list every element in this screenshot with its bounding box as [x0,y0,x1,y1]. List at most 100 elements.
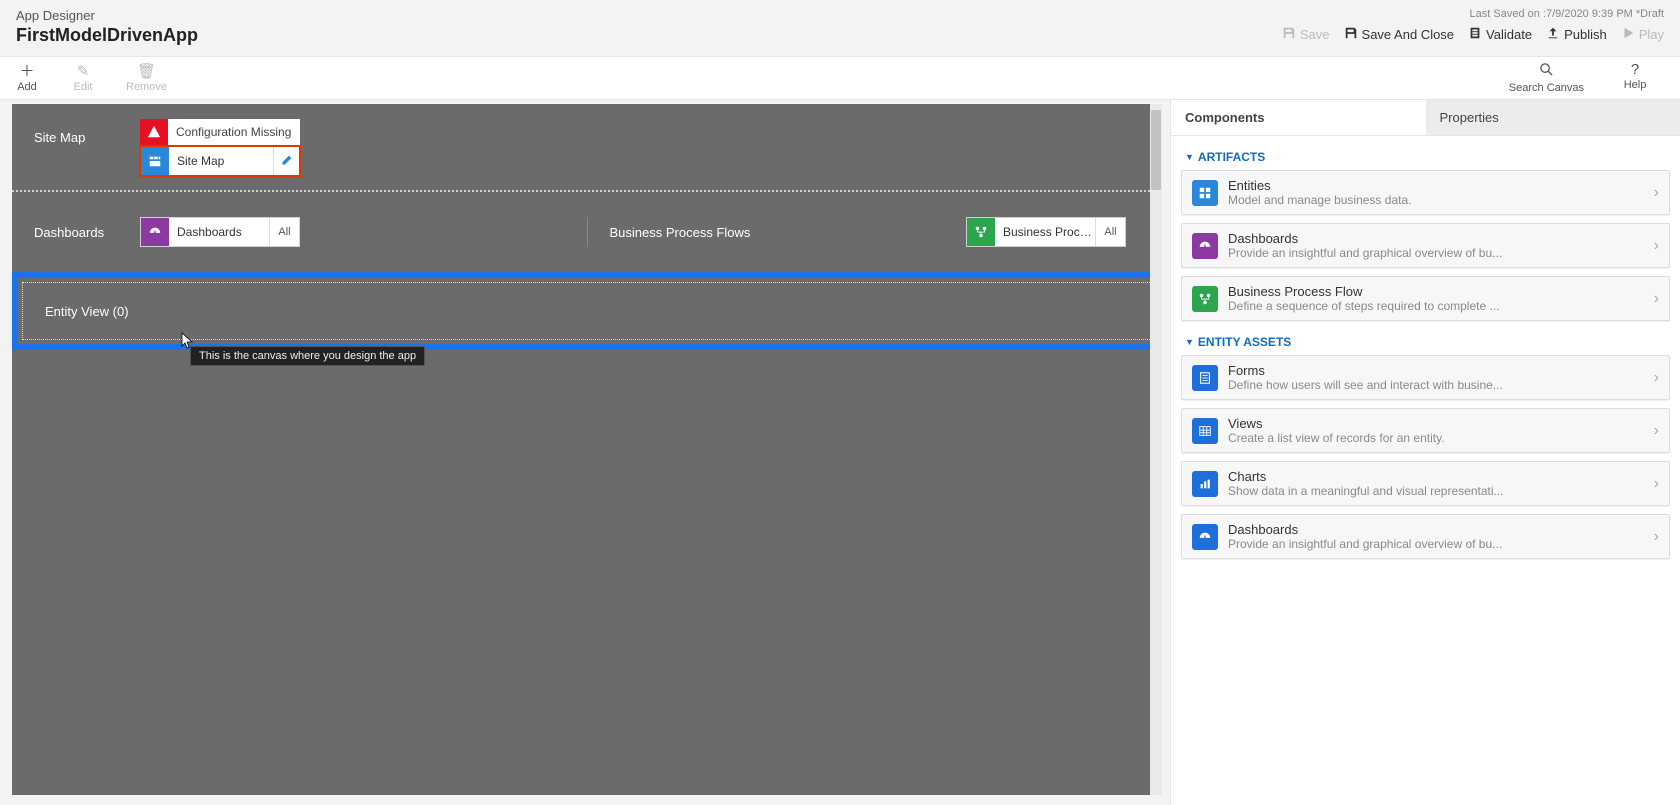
trash-icon: 🗑 [137,64,156,79]
save-label: Save [1300,27,1330,42]
artifact-card-1[interactable]: DashboardsProvide an insightful and grap… [1181,223,1670,268]
comp-desc: Show data in a meaningful and visual rep… [1228,484,1644,498]
validate-icon [1468,26,1482,43]
config-missing-text: Configuration Missing [168,125,291,139]
remove-button[interactable]: 🗑 Remove [122,62,171,95]
gauge-icon [1192,524,1218,550]
dashboards-scope-badge[interactable]: All [269,218,299,246]
dashboards-tile-text: Dashboards [169,225,269,239]
play-button[interactable]: Play [1621,26,1664,43]
grid-icon [1192,180,1218,206]
canvas[interactable]: Site Map Configuration Missing [12,104,1162,795]
search-canvas-button[interactable]: Search Canvas [1505,60,1588,96]
asset-card-1[interactable]: ViewsCreate a list view of records for a… [1181,408,1670,453]
section-artifacts[interactable]: ARTIFACTS [1181,144,1670,170]
validate-button[interactable]: Validate [1468,26,1532,43]
form-icon [1192,365,1218,391]
gauge-icon [141,218,169,246]
help-icon: ? [1631,62,1639,77]
chevron-right-icon: › [1654,528,1659,546]
chevron-right-icon: › [1654,475,1659,493]
edit-label: Edit [74,81,93,93]
chevron-right-icon: › [1654,237,1659,255]
dashboards-tile[interactable]: Dashboards All [140,217,300,247]
site-map-tile[interactable]: Site Map [140,146,300,176]
save-icon [1282,26,1296,43]
comp-title: Forms [1228,363,1644,378]
comp-desc: Model and manage business data. [1228,193,1644,207]
flow-icon [1192,286,1218,312]
comp-title: Business Process Flow [1228,284,1644,299]
asset-card-0[interactable]: FormsDefine how users will see and inter… [1181,355,1670,400]
comp-title: Entities [1228,178,1644,193]
remove-label: Remove [126,81,167,93]
bpf-scope-badge[interactable]: All [1095,218,1125,246]
header-bar: App Designer FirstModelDrivenApp Last Sa… [0,0,1680,56]
entity-view-band[interactable]: Entity View (0) This is the canvas where… [12,272,1162,350]
bpf-tile-text: Business Proces... [995,225,1095,239]
validate-label: Validate [1486,27,1532,42]
table-icon [1192,418,1218,444]
artifact-card-2[interactable]: Business Process FlowDefine a sequence o… [1181,276,1670,321]
sitemap-icon [141,147,169,175]
tab-properties[interactable]: Properties [1426,100,1680,135]
edit-button[interactable]: ✎ Edit [66,62,100,95]
side-tabs: Components Properties [1171,100,1680,136]
app-designer-label: App Designer [16,8,198,23]
comp-title: Views [1228,416,1644,431]
site-map-edit-button[interactable] [273,147,299,175]
scroll-thumb[interactable] [1151,110,1161,190]
last-saved-label: Last Saved on :7/9/2020 9:39 PM *Draft [1282,8,1664,20]
help-button[interactable]: ? Help [1618,60,1652,96]
toolbar: ＋ Add ✎ Edit 🗑 Remove Search Canvas ? He… [0,56,1680,100]
app-name: FirstModelDrivenApp [16,25,198,46]
bpf-tile[interactable]: Business Proces... All [966,217,1126,247]
chevron-right-icon: › [1654,422,1659,440]
plus-icon: ＋ [19,64,34,79]
chevron-right-icon: › [1654,184,1659,202]
gauge-icon [1192,233,1218,259]
comp-title: Charts [1228,469,1644,484]
comp-desc: Define how users will see and interact w… [1228,378,1644,392]
entity-view-label: Entity View (0) [45,304,129,319]
main-area: Site Map Configuration Missing [0,100,1680,805]
publish-button[interactable]: Publish [1546,26,1607,43]
comp-desc: Provide an insightful and graphical over… [1228,537,1644,551]
asset-card-2[interactable]: ChartsShow data in a meaningful and visu… [1181,461,1670,506]
comp-title: Dashboards [1228,522,1644,537]
warning-icon [140,119,168,145]
save-close-icon [1344,26,1358,43]
site-map-tile-text: Site Map [169,154,273,168]
canvas-scrollbar[interactable] [1150,104,1162,795]
dashboards-row-label: Dashboards [34,225,140,240]
save-and-close-label: Save And Close [1362,27,1455,42]
comp-desc: Define a sequence of steps required to c… [1228,299,1644,313]
comp-desc: Provide an insightful and graphical over… [1228,246,1644,260]
section-entity-assets[interactable]: ENTITY ASSETS [1181,329,1670,355]
canvas-tooltip: This is the canvas where you design the … [190,346,425,366]
pencil-icon: ✎ [77,64,90,79]
canvas-wrap: Site Map Configuration Missing [0,100,1170,805]
artifact-card-0[interactable]: EntitiesModel and manage business data. › [1181,170,1670,215]
asset-card-3[interactable]: DashboardsProvide an insightful and grap… [1181,514,1670,559]
search-label: Search Canvas [1509,82,1584,94]
add-button[interactable]: ＋ Add [10,62,44,95]
chart-icon [1192,471,1218,497]
tab-components[interactable]: Components [1171,100,1426,135]
search-icon [1539,62,1554,80]
play-icon [1621,26,1635,43]
config-missing-banner: Configuration Missing [140,119,300,145]
help-label: Help [1624,79,1647,91]
comp-title: Dashboards [1228,231,1644,246]
chevron-right-icon: › [1654,369,1659,387]
save-button[interactable]: Save [1282,26,1330,43]
save-and-close-button[interactable]: Save And Close [1344,26,1455,43]
play-label: Play [1639,27,1664,42]
flow-icon [967,218,995,246]
chevron-right-icon: › [1654,290,1659,308]
comp-desc: Create a list view of records for an ent… [1228,431,1644,445]
publish-label: Publish [1564,27,1607,42]
add-label: Add [17,81,37,93]
site-map-row-label: Site Map [34,104,140,145]
publish-icon [1546,26,1560,43]
